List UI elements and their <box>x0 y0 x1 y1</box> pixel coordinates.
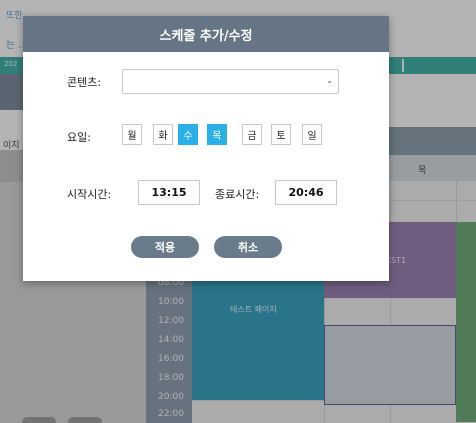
end-time-input[interactable]: 20:46 <box>275 180 337 205</box>
days-label: 요일: <box>67 131 91 144</box>
cancel-button[interactable]: 취소 <box>214 236 282 258</box>
start-time-label: 시작시간: <box>67 188 112 201</box>
content-label: 콘텐츠: <box>67 76 102 89</box>
start-time-input[interactable]: 13:15 <box>138 180 200 205</box>
content-select[interactable]: ⌄ <box>122 69 339 94</box>
dialog-title: 스케줄 추가/수정 <box>159 28 253 44</box>
day-button[interactable]: 일 <box>302 124 322 145</box>
end-time-label: 종료시간: <box>215 188 260 201</box>
day-button[interactable]: 토 <box>271 124 291 145</box>
day-button[interactable]: 수 <box>178 124 198 145</box>
day-button[interactable]: 금 <box>242 124 262 145</box>
day-button[interactable]: 화 <box>153 124 173 145</box>
day-button[interactable]: 월 <box>122 124 142 145</box>
chevron-down-icon: ⌄ <box>326 76 333 85</box>
schedule-edit-dialog: 스케줄 추가/수정 콘텐츠: ⌄ 요일: 월화수목금토일 시작시간: 13:15… <box>23 16 389 281</box>
dialog-header: 스케줄 추가/수정 <box>23 16 389 52</box>
day-button[interactable]: 목 <box>207 124 227 145</box>
apply-button[interactable]: 적용 <box>131 236 199 258</box>
